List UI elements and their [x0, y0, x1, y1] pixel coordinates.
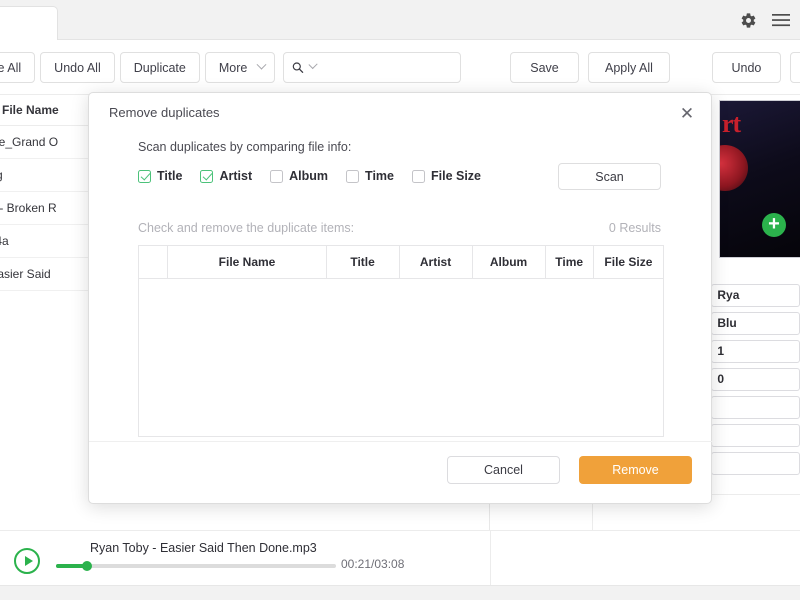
scan-prompt-label: Scan duplicates by comparing file info:	[138, 140, 352, 154]
app-window: g Save All Undo All Duplicate More	[0, 0, 800, 600]
dialog-footer: Cancel Remove	[89, 441, 713, 503]
redo-button-partial[interactable]	[789, 52, 800, 83]
checkbox-album-box[interactable]	[270, 169, 284, 183]
checkbox-title-box[interactable]	[138, 169, 151, 183]
check-remove-label: Check and remove the duplicate items:	[138, 221, 355, 235]
title-bar-icons	[737, 9, 792, 31]
checkbox-time-box[interactable]	[346, 169, 360, 183]
album-art-text: rt	[722, 109, 741, 138]
progress-knob[interactable]	[81, 561, 92, 571]
album-art[interactable]: rt +	[719, 100, 800, 258]
disc-no-field[interactable]: 0	[711, 367, 800, 391]
checkbox-file-size-box[interactable]	[411, 169, 425, 183]
dialog-title: Remove duplicates	[109, 105, 220, 120]
save-all-button[interactable]: Save All	[0, 52, 36, 83]
window-tab[interactable]: g	[0, 6, 58, 40]
copyright-field[interactable]	[711, 395, 800, 419]
criteria-checkbox-row: Title Artist Album Time File Size	[138, 169, 499, 183]
cancel-button[interactable]: Cancel	[447, 456, 560, 484]
checkbox-title[interactable]: Title	[138, 169, 182, 183]
column-header-file-name[interactable]: File Name	[168, 246, 327, 278]
column-header-title[interactable]: Title	[327, 246, 400, 278]
add-album-art-icon[interactable]: +	[762, 213, 786, 237]
progress-slider[interactable]	[56, 561, 336, 571]
release-date-field[interactable]	[711, 451, 800, 475]
comment-field[interactable]	[711, 423, 800, 447]
time-label: 00:21/03:08	[341, 557, 405, 571]
play-icon[interactable]	[14, 548, 40, 574]
checkbox-artist-box[interactable]	[200, 169, 214, 183]
column-header-select[interactable]	[139, 246, 169, 278]
player-bar: Ryan Toby - Easier Said Then Done.mp3 00…	[0, 530, 800, 586]
checkbox-file-size[interactable]: File Size	[411, 169, 482, 183]
checkbox-file-size-label: File Size	[430, 169, 482, 183]
player-divider	[490, 531, 491, 586]
duplicate-button[interactable]: Duplicate	[119, 52, 200, 83]
column-header-album[interactable]: Album	[473, 246, 546, 278]
main-toolbar: Save All Undo All Duplicate More Save Ap…	[0, 40, 800, 95]
column-header-artist[interactable]: Artist	[400, 246, 473, 278]
toolbar-left-group: Save All Undo All Duplicate More	[0, 52, 462, 83]
file-name-column-header[interactable]: File Name	[0, 103, 59, 117]
status-strip	[0, 585, 800, 600]
search-icon	[293, 62, 304, 73]
checkbox-artist[interactable]: Artist	[200, 169, 252, 183]
column-header-time[interactable]: Time	[546, 246, 594, 278]
search-box[interactable]	[283, 52, 462, 83]
artist-field[interactable]: Rya	[711, 283, 800, 307]
checkbox-album-label: Album	[289, 169, 329, 183]
duplicates-table-body	[139, 279, 663, 436]
more-button-label: More	[218, 60, 248, 75]
album-art-graphic	[720, 145, 748, 191]
play-triangle	[24, 556, 33, 566]
save-button[interactable]: Save	[510, 52, 579, 83]
search-input[interactable]	[320, 59, 453, 76]
gear-icon[interactable]	[737, 9, 759, 31]
undo-all-button[interactable]: Undo All	[40, 52, 115, 83]
close-icon[interactable]: ✕	[677, 103, 697, 123]
undo-button[interactable]: Undo	[711, 52, 781, 83]
progress-track[interactable]	[56, 564, 336, 568]
duplicates-table-header: File Name Title Artist Album Time File S…	[139, 246, 663, 279]
checkbox-album[interactable]: Album	[270, 169, 328, 183]
player-controls: Ryan Toby - Easier Said Then Done.mp3 00…	[8, 531, 498, 586]
checkbox-time-label: Time	[365, 169, 394, 183]
chevron-down-icon	[256, 59, 267, 70]
checkbox-time[interactable]: Time	[346, 169, 394, 183]
hamburger-menu-icon[interactable]	[770, 9, 792, 31]
apply-all-button[interactable]: Apply All	[588, 52, 670, 83]
column-header-file-size[interactable]: File Size	[594, 246, 663, 278]
results-count-label: 0 Results	[608, 221, 661, 235]
scan-button[interactable]: Scan	[558, 163, 661, 190]
now-playing-title: Ryan Toby - Easier Said Then Done.mp3	[90, 541, 317, 555]
genre-field[interactable]: Blu	[711, 311, 800, 335]
toolbar-right-group: Save Apply All Undo	[510, 52, 800, 83]
checkbox-title-label: Title	[157, 169, 183, 183]
checkbox-artist-label: Artist	[219, 169, 253, 183]
title-bar: g	[0, 0, 800, 40]
duplicates-table: File Name Title Artist Album Time File S…	[138, 245, 664, 437]
remove-button[interactable]: Remove	[579, 456, 692, 484]
track-no-field[interactable]: 1	[711, 339, 800, 363]
remove-duplicates-dialog: Remove duplicates ✕ Scan duplicates by c…	[88, 92, 713, 504]
search-chevron-down-icon[interactable]	[308, 59, 318, 70]
more-button[interactable]: More	[204, 52, 276, 83]
